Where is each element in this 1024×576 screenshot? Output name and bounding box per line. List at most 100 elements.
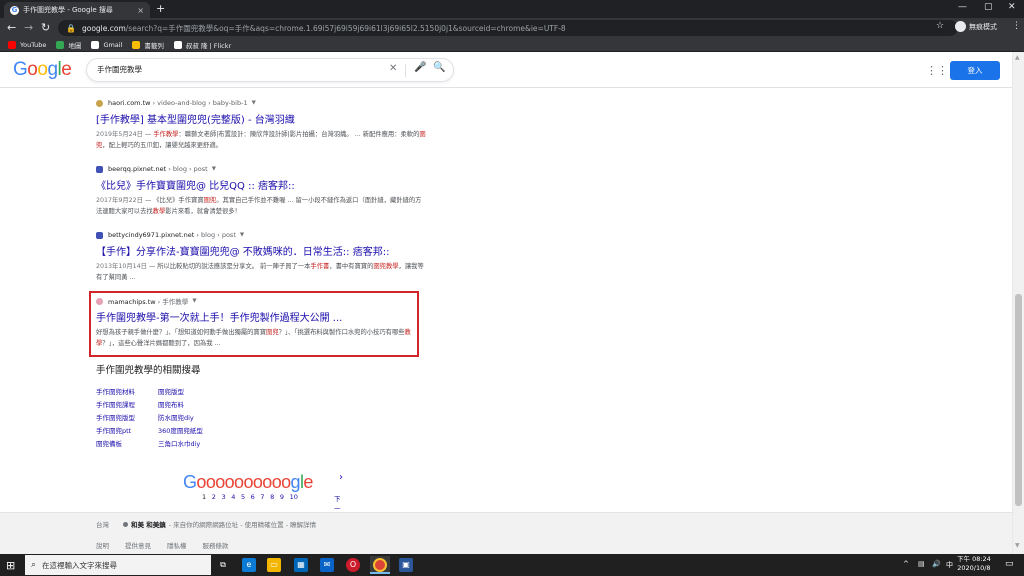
back-arrow-icon[interactable]: ←: [7, 21, 16, 34]
windows-start-icon[interactable]: ⊞: [6, 559, 15, 572]
bookmark-item[interactable]: YouTube: [8, 40, 46, 49]
chrome-menu-icon[interactable]: ⋮: [1012, 21, 1021, 31]
bookmark-item[interactable]: 叔叔 隆 | Flickr: [173, 40, 231, 50]
search-result-3: bettycindy6971.pixnet.net › blog › post …: [96, 230, 426, 283]
maximize-button[interactable]: ▢: [984, 2, 993, 12]
page-scrollbar[interactable]: ▲ ▼: [1012, 52, 1024, 554]
scroll-down-icon[interactable]: ▼: [1015, 542, 1020, 549]
google-logo[interactable]: Google: [13, 59, 72, 81]
page-number-link[interactable]: 3: [221, 493, 225, 501]
result-cite[interactable]: bettycindy6971.pixnet.net › blog › post …: [96, 230, 426, 240]
snippet-highlight: 手作書: [310, 263, 330, 270]
scroll-up-icon[interactable]: ▲: [1015, 54, 1020, 61]
address-bar[interactable]: 🔒 google.com/search?q=手作圍兜教學&oq=手作&aqs=c…: [58, 20, 958, 36]
footer-link[interactable]: 說明: [96, 540, 109, 550]
snippet-text: — 所以比較貼切的說法應該是分享文。 前一陣子買了一本: [146, 263, 311, 270]
incognito-icon: [955, 21, 966, 32]
scrollbar-thumb[interactable]: [1015, 294, 1022, 506]
file-explorer-icon[interactable]: ▭: [267, 558, 281, 572]
tab-close-icon[interactable]: ×: [137, 6, 144, 15]
related-search-link[interactable]: 防水圍兜diy: [158, 412, 203, 425]
related-search-link[interactable]: 手作圍兜課程: [96, 399, 135, 412]
bookmark-item[interactable]: 書籤列: [132, 40, 164, 50]
related-search-link[interactable]: 手作圍兜版型: [96, 412, 135, 425]
related-search-link[interactable]: 圍兜版型: [158, 386, 203, 399]
footer-links: 說明 提供意見 隱私權 服務條款: [96, 540, 245, 550]
taskbar-clock[interactable]: 下午 08:24 2020/10/8: [957, 555, 991, 573]
snippet-text: —: [142, 131, 154, 138]
location-dot-icon: [123, 521, 128, 527]
windows-taskbar: ⊞ ⌕ 在這裡輸入文字來搜尋 ⧉ e ▭ ▦ ✉ O ▣ ^ ▤ 🔊 中 下午 …: [0, 554, 1024, 576]
opera-icon[interactable]: O: [346, 558, 360, 572]
chrome-icon[interactable]: [373, 558, 387, 572]
edge-icon[interactable]: e: [242, 558, 256, 572]
logo-letter: e: [303, 472, 313, 492]
footer-link[interactable]: 服務條款: [203, 540, 229, 550]
related-search-link[interactable]: 手作圍兜ptt: [96, 425, 135, 438]
related-search-link[interactable]: 360度圍兜紙型: [158, 425, 203, 438]
bookmark-item[interactable]: 地圖: [56, 40, 81, 50]
result-menu-icon[interactable]: ▼: [212, 166, 216, 172]
clear-icon[interactable]: ✕: [389, 63, 397, 74]
tab-title: 手作圍兜教學 - Google 搜尋: [23, 6, 113, 14]
result-title[interactable]: 《比兒》手作寶寶圍兜@ 比兒QQ :: 痞客邦::: [96, 177, 426, 192]
minimize-button[interactable]: —: [958, 2, 967, 12]
result-title[interactable]: 【手作】分享作法-寶寶圍兜兜@ 不敗媽咪的．日常生活:: 痞客邦::: [96, 243, 426, 258]
mail-icon[interactable]: ✉: [320, 558, 334, 572]
page-number-link[interactable]: 7: [260, 493, 264, 501]
result-title[interactable]: [手作教學] 基本型圍兜兜(完整版) - 台灣羽織: [96, 111, 426, 126]
network-icon[interactable]: ▤: [918, 560, 925, 568]
related-search-link[interactable]: 圍兜布料: [158, 399, 203, 412]
taskbar-search-box[interactable]: ⌕ 在這裡輸入文字來搜尋: [25, 555, 211, 575]
search-icon[interactable]: 🔍: [433, 62, 445, 73]
tab-strip: G 手作圍兜教學 - Google 搜尋 × + — ▢ ✕: [0, 0, 1024, 18]
incognito-profile-button[interactable]: 無痕模式: [955, 21, 997, 32]
footer-link[interactable]: 提供意見: [125, 540, 151, 550]
bookmark-star-icon[interactable]: ☆: [936, 21, 944, 31]
next-arrow-icon[interactable]: ›: [339, 472, 343, 483]
close-window-button[interactable]: ✕: [1008, 2, 1016, 12]
page-number-link[interactable]: 8: [270, 493, 274, 501]
footer-link[interactable]: 隱私權: [167, 540, 187, 550]
page-number-link[interactable]: 1: [202, 493, 206, 501]
result-cite[interactable]: beerqq.pixnet.net › blog › post ▼: [96, 164, 426, 174]
microphone-icon[interactable]: 🎤: [414, 62, 426, 73]
page-number-link[interactable]: 5: [241, 493, 245, 501]
snippet-highlight: 圍兜: [203, 197, 217, 204]
sign-in-button[interactable]: 登入: [950, 61, 1000, 80]
bookmark-icon: [56, 40, 65, 49]
page-number-link[interactable]: 9: [280, 493, 284, 501]
related-search-link[interactable]: 圍兜備板: [96, 438, 135, 451]
snippet-text: ，書中有寶寶的: [329, 263, 374, 270]
related-search-link[interactable]: 三角口水巾diy: [158, 438, 203, 451]
notification-icon[interactable]: ▭: [1005, 559, 1014, 569]
page-number-link[interactable]: 4: [231, 493, 235, 501]
taskbar-search-icon: ⌕: [31, 560, 37, 570]
tray-chevron-icon[interactable]: ^: [903, 560, 909, 568]
volume-icon[interactable]: 🔊: [932, 560, 941, 568]
result-date: 2013年10月14日: [96, 263, 147, 270]
result-menu-icon[interactable]: ▼: [252, 100, 256, 106]
search-query[interactable]: 手作圍兜教學: [97, 64, 142, 75]
footer-location-links[interactable]: - 來自你的網際網路位址 - 使用精確位置 - 瞭解詳情: [169, 519, 316, 529]
page-number-link[interactable]: 2: [212, 493, 216, 501]
address-url: google.com/search?q=手作圍兜教學&oq=手作&aqs=chr…: [82, 23, 566, 34]
forward-arrow-icon[interactable]: →: [24, 21, 33, 34]
page-number-link[interactable]: 6: [251, 493, 255, 501]
tab-active[interactable]: G 手作圍兜教學 - Google 搜尋 ×: [4, 2, 150, 18]
ime-language-indicator[interactable]: 中: [946, 560, 953, 570]
clock-time: 下午 08:24: [957, 555, 991, 563]
task-view-icon[interactable]: ⧉: [216, 558, 230, 572]
store-icon[interactable]: ▦: [294, 558, 308, 572]
page-number-link[interactable]: 10: [290, 493, 298, 501]
related-search-link[interactable]: 手作圍兜材料: [96, 386, 135, 399]
new-tab-button[interactable]: +: [156, 2, 165, 15]
result-menu-icon[interactable]: ▼: [240, 232, 244, 238]
app-icon[interactable]: ▣: [399, 558, 413, 572]
bookmark-label: Gmail: [103, 40, 123, 49]
reload-icon[interactable]: ↻: [41, 21, 50, 34]
search-box[interactable]: 手作圍兜教學 ✕ 🎤 🔍: [86, 58, 454, 82]
result-cite[interactable]: haori.com.tw › video-and-blog › baby-bib…: [96, 98, 426, 108]
related-searches-right: 圍兜版型 圍兜布料 防水圍兜diy 360度圍兜紙型 三角口水巾diy: [158, 386, 203, 451]
bookmark-item[interactable]: Gmail: [91, 40, 123, 49]
